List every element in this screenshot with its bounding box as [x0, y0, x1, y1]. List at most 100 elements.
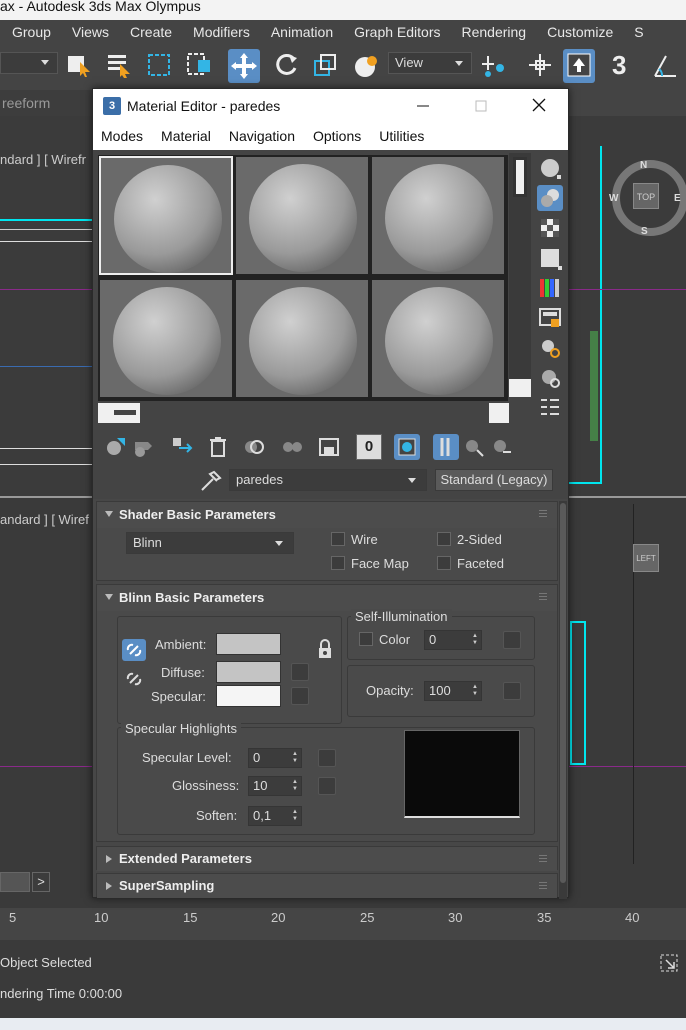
backlight-icon[interactable] [537, 185, 563, 211]
track-bar[interactable]: 5 10 15 20 25 30 35 40 [0, 908, 686, 940]
eyedropper-icon[interactable] [197, 469, 223, 493]
self-illum-color-checkbox[interactable] [359, 632, 373, 646]
go-to-parent-icon[interactable] [461, 434, 487, 460]
close-icon[interactable] [529, 97, 549, 115]
select-and-place-icon[interactable] [352, 52, 378, 78]
rectangular-selection-icon[interactable] [146, 52, 172, 78]
ribbon-tab-freeform[interactable]: reeform [0, 90, 95, 116]
go-forward-to-sibling-icon[interactable] [489, 434, 515, 460]
specular-level-map-button[interactable] [318, 749, 336, 767]
select-by-name-icon[interactable] [106, 52, 132, 78]
pivot-center-icon[interactable] [480, 52, 506, 78]
sample-slot-4[interactable] [99, 279, 233, 398]
select-by-material-icon[interactable] [537, 365, 563, 391]
show-shaded-material-icon[interactable] [394, 434, 420, 460]
faceted-checkbox[interactable] [437, 556, 451, 570]
select-object-icon[interactable] [66, 52, 92, 78]
viewcube-left[interactable]: LEFT [633, 544, 659, 572]
specular-color-swatch[interactable] [216, 685, 281, 707]
menu-material[interactable]: Material [161, 128, 211, 144]
viewport-front-label[interactable]: andard ] [ Wiref [0, 512, 89, 527]
viewcube-top[interactable]: TOP [633, 183, 659, 209]
make-material-copy-icon[interactable] [241, 434, 267, 460]
keyboard-shortcut-override-button[interactable] [563, 49, 595, 83]
lock-ambient-diffuse-icon[interactable] [122, 639, 146, 661]
parameters-scrollbar[interactable] [559, 501, 567, 899]
two-sided-checkbox[interactable] [437, 532, 451, 546]
sample-slot-6[interactable] [371, 279, 505, 398]
reset-material-icon[interactable] [205, 434, 231, 460]
make-preview-icon[interactable] [537, 305, 563, 331]
menu-graph-editors[interactable]: Graph Editors [342, 24, 449, 40]
shader-basic-parameters-header[interactable]: Shader Basic Parameters [97, 502, 557, 528]
scrollbar-thumb[interactable] [513, 157, 527, 197]
diffuse-color-swatch[interactable] [216, 661, 281, 683]
specular-map-button[interactable] [291, 687, 309, 705]
menu-scripting[interactable]: S [622, 24, 652, 40]
move-tool-button[interactable] [228, 49, 260, 83]
sample-slot-2[interactable] [235, 156, 369, 275]
make-unique-icon[interactable] [279, 434, 305, 460]
blinn-basic-parameters-header[interactable]: Blinn Basic Parameters [97, 585, 557, 611]
sample-slot-5[interactable] [235, 279, 369, 398]
extended-parameters-header[interactable]: Extended Parameters [97, 847, 557, 871]
soften-spinner[interactable]: 0,1 [248, 806, 302, 826]
select-manipulate-icon[interactable] [527, 52, 553, 78]
put-to-scene-icon[interactable] [130, 434, 156, 460]
material-name-dropdown[interactable]: paredes [229, 469, 427, 491]
viewport-navigation-icon[interactable] [658, 952, 680, 974]
material-options-icon[interactable] [537, 335, 563, 361]
ambient-color-swatch[interactable] [216, 633, 281, 655]
shader-type-dropdown[interactable]: Blinn [126, 532, 294, 554]
selection-set-dropdown[interactable] [0, 52, 58, 74]
menu-modes[interactable]: Modes [101, 128, 143, 144]
maximize-icon[interactable] [471, 97, 491, 115]
viewport-top-label[interactable]: ndard ] [ Wirefr [0, 152, 86, 167]
menu-options[interactable]: Options [313, 128, 361, 144]
glossiness-spinner[interactable]: 10 [248, 776, 302, 796]
scale-icon[interactable] [312, 52, 338, 78]
window-crossing-icon[interactable] [186, 52, 212, 78]
lock-diffuse-specular-icon[interactable] [122, 668, 146, 690]
sample-type-sphere-icon[interactable] [537, 155, 563, 181]
material-id-channel-button[interactable]: 0 [356, 434, 382, 460]
reference-coord-dropdown[interactable]: View [388, 52, 472, 74]
menu-create[interactable]: Create [118, 24, 181, 40]
time-slider-next-button[interactable]: > [32, 872, 50, 892]
self-illum-spinner[interactable]: 0 [424, 630, 482, 650]
menu-modifiers[interactable]: Modifiers [181, 24, 259, 40]
menu-rendering[interactable]: Rendering [449, 24, 535, 40]
get-material-icon[interactable] [103, 434, 129, 460]
glossiness-map-button[interactable] [318, 777, 336, 795]
snaps-toggle-icon[interactable]: 3 [612, 52, 638, 78]
specular-level-spinner[interactable]: 0 [248, 748, 302, 768]
opacity-spinner[interactable]: 100 [424, 681, 482, 701]
minimize-icon[interactable] [413, 97, 433, 115]
menu-group[interactable]: Group [0, 24, 60, 40]
sample-slot-3[interactable] [371, 156, 505, 275]
wire-checkbox[interactable] [331, 532, 345, 546]
rotate-icon[interactable] [273, 52, 299, 78]
menu-customize[interactable]: Customize [535, 24, 622, 40]
background-checker-icon[interactable] [537, 215, 563, 241]
face-map-checkbox[interactable] [331, 556, 345, 570]
menu-navigation[interactable]: Navigation [229, 128, 295, 144]
assign-material-icon[interactable] [169, 434, 195, 460]
menu-animation[interactable]: Animation [259, 24, 342, 40]
supersampling-header[interactable]: SuperSampling [97, 874, 557, 898]
diffuse-map-button[interactable] [291, 663, 309, 681]
material-type-button[interactable]: Standard (Legacy) [435, 469, 553, 491]
video-color-check-icon[interactable] [537, 275, 563, 301]
menu-views[interactable]: Views [60, 24, 118, 40]
lock-icon[interactable] [315, 638, 335, 660]
angle-snap-icon[interactable] [652, 52, 678, 78]
put-to-library-icon[interactable] [316, 434, 342, 460]
material-map-navigator-icon[interactable] [537, 395, 563, 421]
sample-slots-horizontal-scrollbar[interactable] [98, 403, 140, 423]
menu-utilities[interactable]: Utilities [379, 128, 424, 144]
sample-uv-tiling-icon[interactable] [537, 245, 563, 271]
self-illum-map-button[interactable] [503, 631, 521, 649]
time-slider[interactable] [0, 872, 30, 892]
sample-slots-vertical-scrollbar[interactable] [509, 153, 531, 397]
opacity-map-button[interactable] [503, 682, 521, 700]
